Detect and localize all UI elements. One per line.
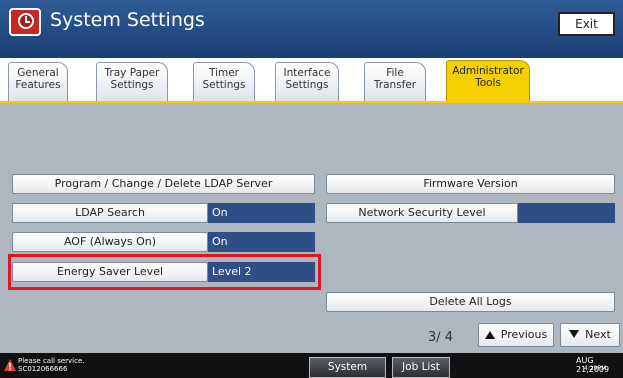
tab-tray-paper-settings[interactable]: Tray Paper Settings — [96, 62, 168, 102]
tab-label: Settings — [285, 79, 329, 91]
aof-row: AOF (Always On) On — [12, 232, 315, 252]
arrow-down-icon — [569, 330, 580, 338]
tab-file-transfer[interactable]: File Transfer — [364, 62, 426, 102]
next-button[interactable]: Next — [560, 323, 620, 347]
tab-label: Settings — [110, 79, 154, 91]
highlight-box — [8, 254, 321, 290]
firmware-version-button[interactable]: Firmware Version — [326, 174, 615, 194]
network-security-button[interactable]: Network Security Level — [326, 203, 518, 223]
tab-label: Timer — [208, 67, 239, 79]
tab-label: Tools — [475, 77, 501, 89]
tab-administrator-tools[interactable]: Administrator Tools — [446, 60, 530, 102]
header-bar: System Settings Exit — [0, 0, 623, 58]
time-display: 4:29PM — [584, 365, 607, 372]
tab-label: Transfer — [373, 79, 417, 91]
ldap-server-button[interactable]: Program / Change / Delete LDAP Server — [12, 174, 315, 194]
status-bar: Please call service. SC012066666 System … — [0, 353, 623, 378]
tab-label: File — [386, 67, 404, 79]
previous-button[interactable]: Previous — [478, 323, 554, 347]
system-status-button[interactable]: System Status — [309, 357, 386, 378]
tab-timer-settings[interactable]: Timer Settings — [193, 62, 255, 102]
ldap-search-button[interactable]: LDAP Search — [12, 203, 208, 223]
aof-button[interactable]: AOF (Always On) — [12, 232, 208, 252]
tab-interface-settings[interactable]: Interface Settings — [275, 62, 339, 102]
tab-label: Administrator — [452, 65, 524, 77]
settings-panel — [0, 103, 623, 353]
previous-label: Previous — [500, 328, 548, 341]
system-settings-screen: System Settings Exit General Features Tr… — [0, 0, 623, 378]
status-message-line: Please call service. — [18, 357, 85, 365]
network-security-row: Network Security Level — [326, 203, 615, 223]
page-title: System Settings — [50, 9, 205, 31]
next-label: Next — [585, 328, 611, 341]
job-list-button[interactable]: Job List — [392, 357, 450, 378]
ldap-search-value: On — [208, 203, 315, 223]
network-security-value — [518, 203, 615, 223]
tab-label: General — [17, 67, 59, 79]
status-message: Please call service. SC012066666 — [18, 357, 85, 373]
ldap-search-row: LDAP Search On — [12, 203, 315, 223]
tab-general-features[interactable]: General Features — [8, 62, 68, 102]
exit-button[interactable]: Exit — [558, 12, 615, 36]
page-indicator: 3∕ 4 — [428, 330, 454, 345]
status-message-code: SC012066666 — [18, 365, 68, 373]
clock-icon — [9, 8, 41, 36]
aof-value: On — [208, 232, 315, 252]
service-warning-icon — [4, 359, 16, 371]
tab-label: Features — [15, 79, 61, 91]
tab-label: Tray Paper — [104, 67, 160, 79]
delete-all-logs-button[interactable]: Delete All Logs — [326, 292, 615, 312]
tab-label: Interface — [283, 67, 331, 79]
arrow-up-icon — [484, 331, 495, 339]
tab-label: Settings — [202, 79, 246, 91]
